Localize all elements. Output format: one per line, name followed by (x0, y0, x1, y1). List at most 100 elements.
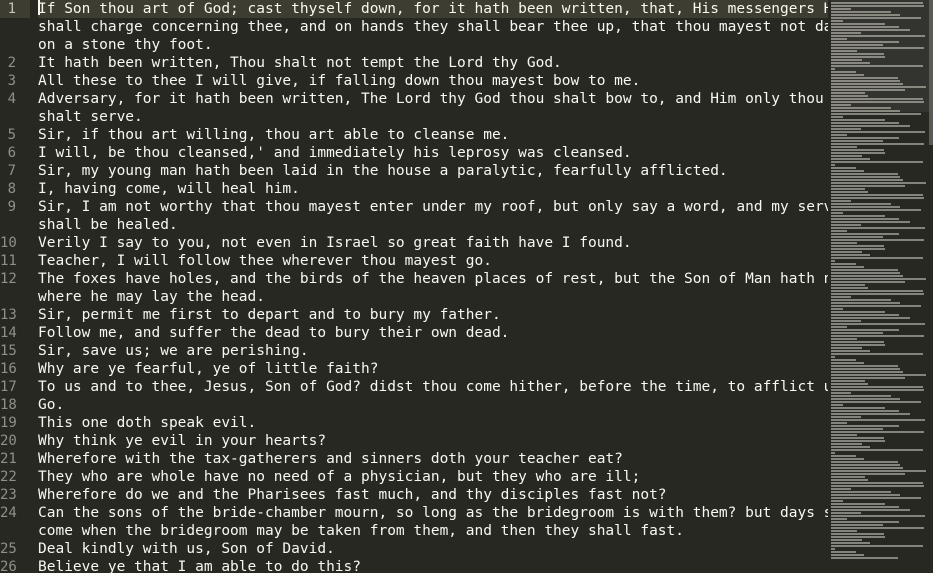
minimap-line (831, 77, 898, 79)
minimap-line (831, 371, 903, 373)
minimap-line (831, 548, 835, 550)
text-line[interactable]: where he may lay the head. (38, 288, 828, 306)
minimap-line (831, 134, 847, 136)
minimap-line (831, 470, 926, 472)
text-area[interactable]: If Son thou art of God; cast thyself dow… (38, 0, 828, 573)
text-line[interactable]: Verily I say to you, not even in Israel … (38, 234, 828, 252)
text-line[interactable]: come when the bridegroom may be taken fr… (38, 522, 828, 540)
minimap-line (831, 23, 885, 25)
text-editor[interactable]: 1 2 3 4 5 6 7 8 9 10 11 12 13 14 15 16 17 18 19 20 21 22 23 24 2… (0, 0, 933, 573)
text-line[interactable]: Go. (38, 396, 828, 414)
minimap-line (831, 545, 923, 547)
minimap-line (831, 161, 923, 163)
text-line[interactable]: Deal kindly with us, Son of David. (38, 540, 828, 558)
minimap-line (831, 245, 884, 247)
line-number: 13 (0, 307, 17, 323)
line-number: 8 (7, 181, 16, 197)
minimap-line (831, 542, 870, 544)
minimap-line (831, 20, 843, 22)
text-line[interactable]: The foxes have holes, and the birds of t… (38, 270, 828, 288)
text-line[interactable]: To us and to thee, Jesus, Son of God? di… (38, 378, 828, 396)
text-line[interactable]: It hath been written, Thou shalt not tem… (38, 54, 828, 72)
minimap-line (831, 410, 899, 412)
minimap-line (831, 464, 900, 466)
text-line[interactable]: shall charge concerning thee, and on han… (38, 18, 828, 36)
line-number: 26 (0, 559, 17, 573)
minimap-line (831, 380, 865, 382)
text-line[interactable]: Wherefore with the tax-gatherers and sin… (38, 450, 828, 468)
minimap-line (831, 257, 923, 259)
minimap-line (831, 527, 924, 529)
text-line[interactable]: This one doth speak evil. (38, 414, 828, 432)
minimap-line (831, 170, 864, 172)
minimap-line (831, 233, 899, 235)
text-line[interactable]: Why are ye fearful, ye of little faith? (38, 360, 828, 378)
minimap-line (831, 494, 900, 496)
minimap-line (831, 359, 856, 361)
minimap-line (831, 428, 883, 430)
minimap-line (831, 326, 847, 328)
line-number: 10 (0, 235, 17, 251)
text-line[interactable]: Follow me, and suffer the dead to bury t… (38, 324, 828, 342)
minimap-line (831, 98, 923, 100)
minimap-line (831, 338, 857, 340)
line-number: 24 (0, 505, 17, 521)
minimap-line (831, 80, 900, 82)
minimap-line (831, 272, 900, 274)
minimap-line (831, 137, 899, 139)
minimap-line (831, 275, 903, 277)
minimap-line (831, 299, 891, 301)
minimap-line (831, 317, 910, 319)
text-line[interactable]: Why think ye evil in your hearts? (38, 432, 828, 450)
minimap-line (831, 368, 900, 370)
text-line[interactable]: shalt serve. (38, 108, 828, 126)
minimap-line (831, 227, 925, 229)
minimap-line (831, 119, 885, 121)
text-line[interactable]: I will, be thou cleansed,' and immediate… (38, 144, 828, 162)
minimap-line (831, 116, 843, 118)
minimap-line (831, 437, 884, 439)
text-line[interactable]: They who are whole have no need of a phy… (38, 468, 828, 486)
text-line[interactable]: I, having come, will heal him. (38, 180, 828, 198)
text-line[interactable]: Believe ye that I am able to do this? (38, 558, 828, 573)
vertical-scrollbar-thumb[interactable] (929, 0, 933, 145)
minimap-line (831, 329, 899, 331)
minimap-line (831, 509, 910, 511)
text-line[interactable]: If Son thou art of God; cast thyself dow… (38, 0, 828, 18)
text-line[interactable]: shall be healed. (38, 216, 828, 234)
minimap-line (831, 83, 903, 85)
minimap[interactable] (831, 0, 933, 573)
minimap-line (831, 197, 924, 199)
text-line[interactable]: on a stone thy foot. (38, 36, 828, 54)
minimap-line (831, 242, 857, 244)
text-line[interactable]: Sir, my young man hath been laid in the … (38, 162, 828, 180)
minimap-line (831, 446, 870, 448)
text-line[interactable]: Sir, permit me first to depart and to bu… (38, 306, 828, 324)
text-line[interactable]: Sir, I am not worthy that thou mayest en… (38, 198, 828, 216)
line-number: 22 (0, 469, 17, 485)
text-line[interactable]: Sir, save us; we are perishing. (38, 342, 828, 360)
line-number: 20 (0, 433, 17, 449)
text-line[interactable]: Can the sons of the bride-chamber mourn,… (38, 504, 828, 522)
minimap-line (831, 125, 910, 127)
minimap-line (831, 287, 868, 289)
text-line[interactable]: All these to thee I will give, if fallin… (38, 72, 828, 90)
minimap-line (831, 524, 883, 526)
minimap-line (831, 179, 903, 181)
minimap-line (831, 200, 851, 202)
text-line[interactable]: Sir, if thou art willing, thou art able … (38, 126, 828, 144)
text-line[interactable]: Teacher, I will follow thee wherever tho… (38, 252, 828, 270)
minimap-line (831, 305, 921, 307)
text-line[interactable]: Wherefore do we and the Pharisees fast m… (38, 486, 828, 504)
minimap-line (831, 482, 923, 484)
minimap-line (831, 164, 835, 166)
minimap-line (831, 488, 851, 490)
line-number: 1 (0, 0, 30, 18)
line-number: 15 (0, 343, 17, 359)
minimap-line (831, 413, 910, 415)
minimap-line (831, 554, 864, 556)
minimap-line (831, 101, 924, 103)
minimap-line (831, 47, 924, 49)
text-line[interactable]: Adversary, for it hath been written, The… (38, 90, 828, 108)
minimap-line (831, 35, 925, 37)
